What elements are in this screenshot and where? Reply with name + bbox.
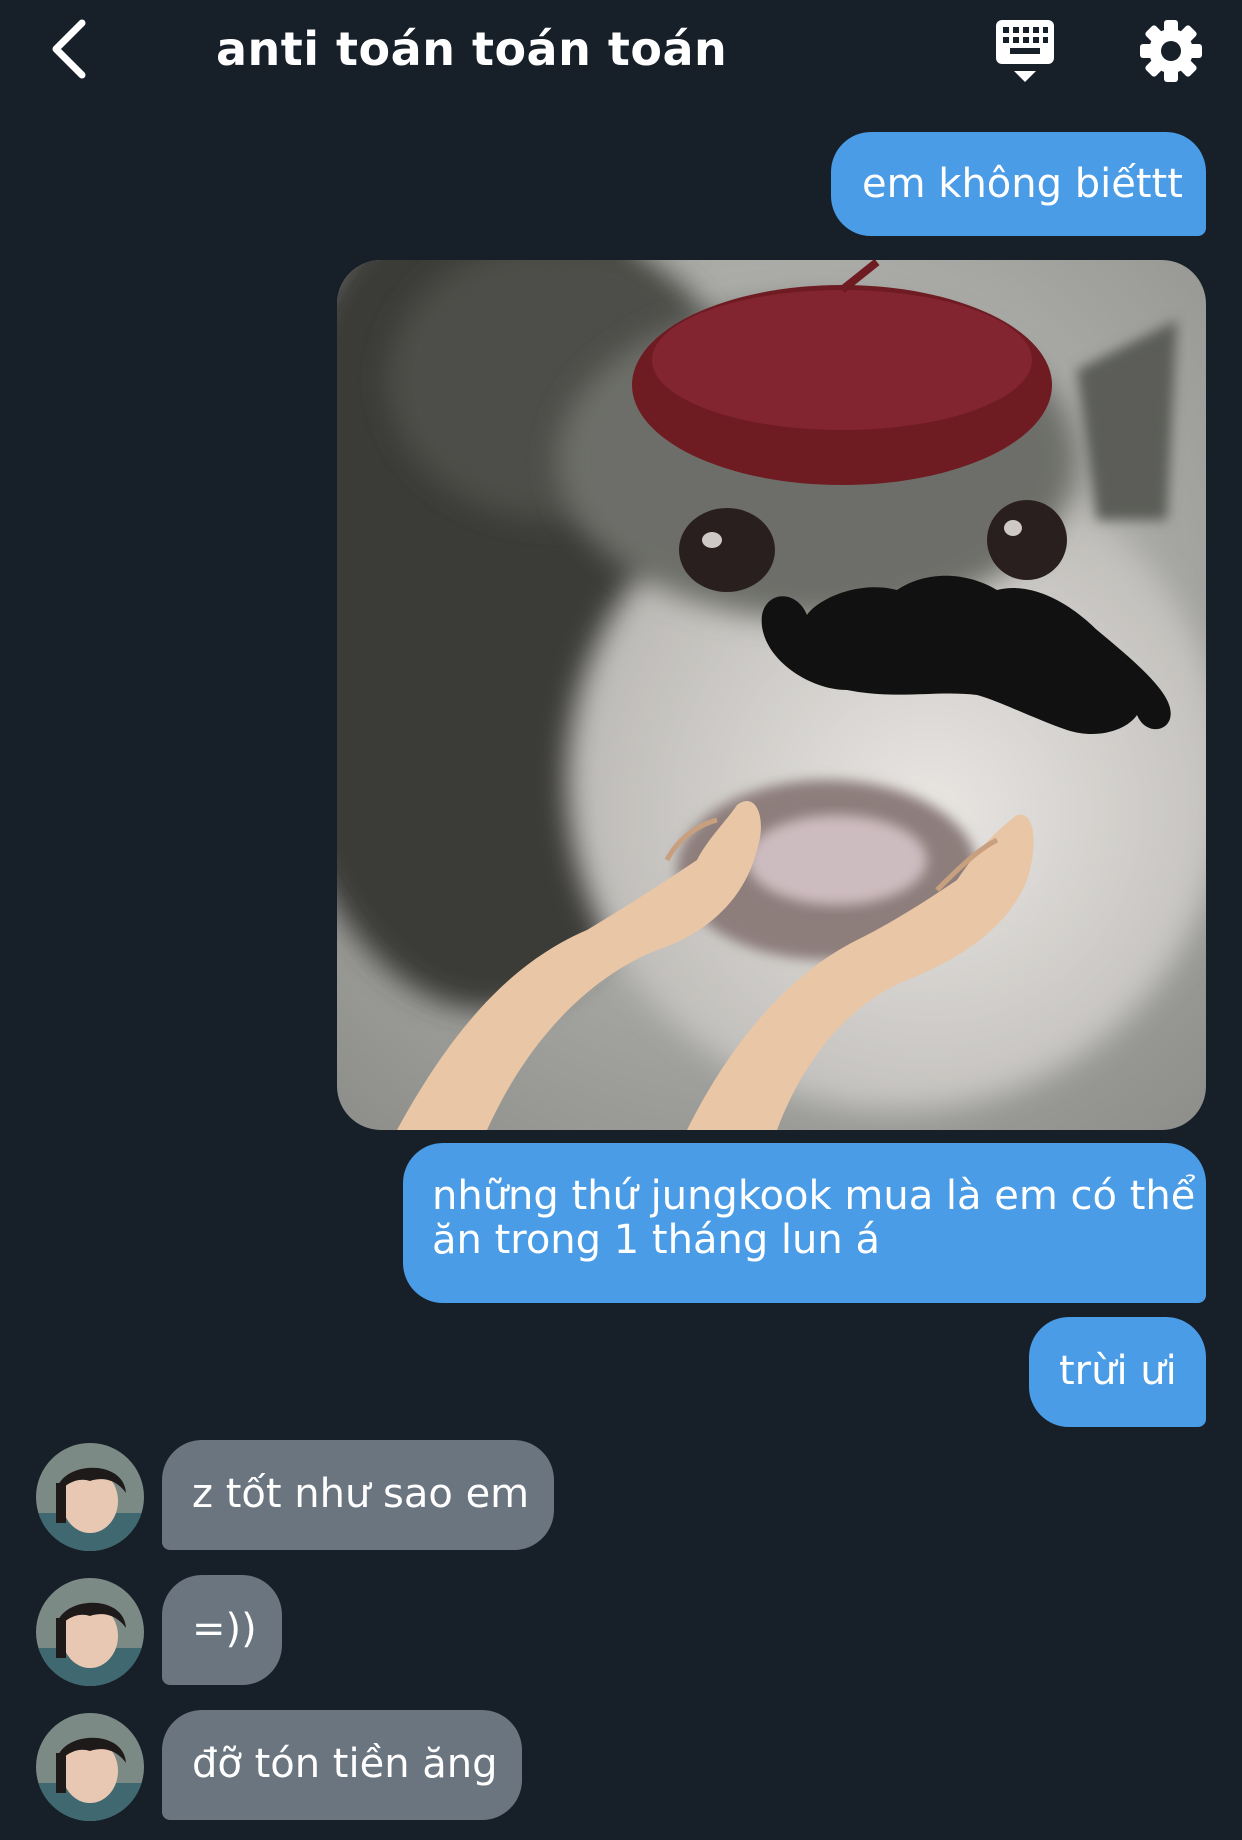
incoming-message[interactable]: z tốt như sao em [162,1440,554,1550]
avatar-photo [36,1578,144,1686]
message-text: =)) [192,1606,257,1652]
outgoing-message[interactable]: trừi ưi [1029,1317,1206,1427]
outgoing-message[interactable]: những thứ jungkook mua là em có thể ăn t… [403,1143,1206,1303]
avatar[interactable] [36,1443,144,1551]
gear-icon [1140,20,1202,82]
chat-header: anti toán toán toán [0,0,1242,98]
image-message[interactable] [337,260,1206,1130]
avatar-photo [36,1443,144,1551]
message-text: đỡ tón tiền ăng [192,1741,498,1787]
message-text: trừi ưi [1059,1348,1177,1394]
incoming-message[interactable]: =)) [162,1575,282,1685]
message-text: z tốt như sao em [192,1471,530,1517]
message-text-line: ăn trong 1 tháng lun á [432,1217,880,1263]
keyboard-icon [996,20,1054,82]
avatar[interactable] [36,1578,144,1686]
cat-meme-image [337,260,1206,1130]
avatar[interactable] [36,1713,144,1821]
back-button[interactable] [40,14,96,84]
message-text: em không biếttt [862,161,1183,207]
keyboard-button[interactable] [990,16,1060,86]
incoming-message[interactable]: đỡ tón tiền ăng [162,1710,522,1820]
avatar-photo [36,1713,144,1821]
message-text-line: những thứ jungkook mua là em có thể [432,1173,1196,1219]
chat-title: anti toán toán toán [216,22,728,76]
settings-button[interactable] [1138,18,1204,84]
chevron-left-icon [52,19,86,79]
outgoing-message[interactable]: em không biếttt [831,132,1206,236]
